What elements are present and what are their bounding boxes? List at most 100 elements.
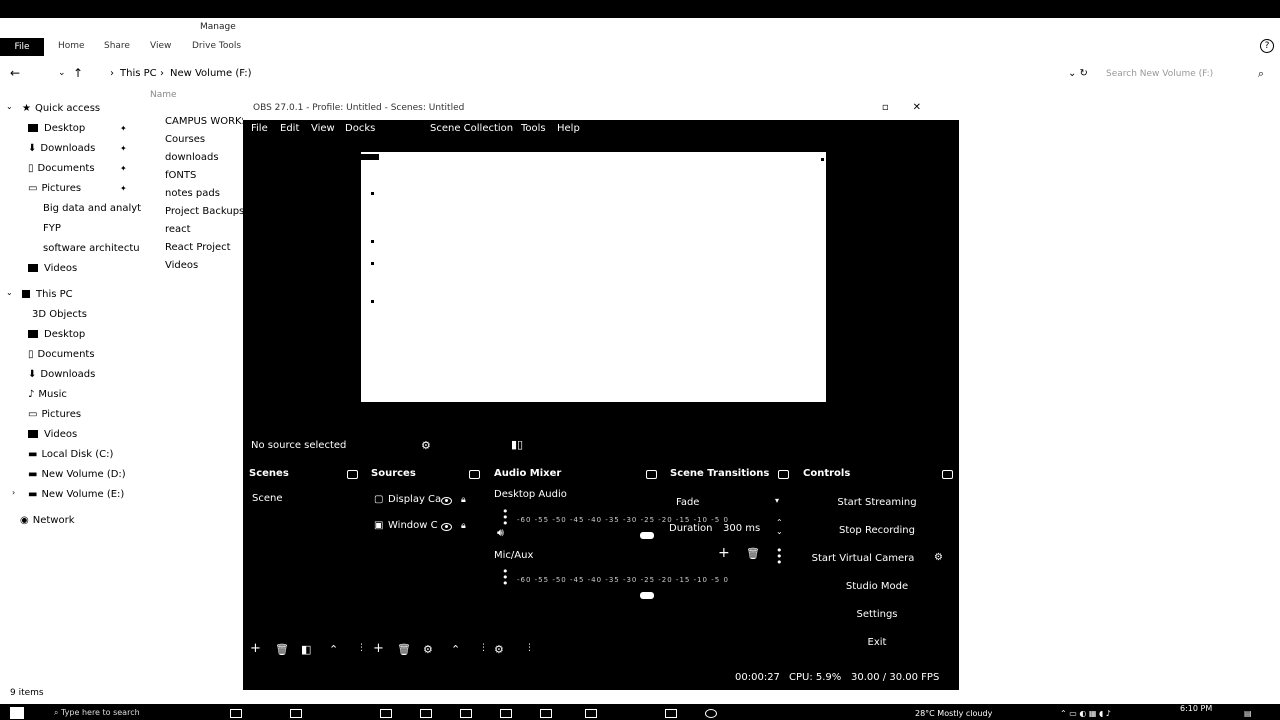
weather-widget[interactable]: 28°C Mostly cloudy [915,709,992,718]
taskbar-search[interactable]: ⌕ Type here to search [54,708,140,718]
scene-item[interactable]: Scene [252,493,283,504]
up-arrow-icon[interactable]: ↑ [73,66,83,80]
tree-item-drive-d[interactable]: ▬ New Volume (D:) [28,466,126,484]
notifications-icon[interactable]: ▤ [1244,709,1252,718]
tree-item-downloads[interactable]: ⬇ Downloads [28,140,95,158]
audio-menu-dots-icon[interactable]: • • • [502,506,509,529]
undock-icon[interactable] [646,470,657,479]
transition-select[interactable]: Fade [676,497,699,508]
chevron-down-icon[interactable]: ▾ [775,496,779,505]
tree-item-videos[interactable]: Videos [28,426,77,444]
duration-stepper-icon[interactable]: ⌃ ⌄ [776,518,783,536]
lock-icon[interactable]: 🔒︎ [461,495,466,505]
audio-menu-dots-icon[interactable]: ⋮ [525,643,534,653]
ribbon-home[interactable]: Home [58,41,85,51]
scene-menu-dots-icon[interactable]: ⋮ [357,643,366,653]
taskbar-app-icon[interactable] [230,709,242,718]
taskbar-app-icon[interactable] [290,709,302,718]
taskbar-app-icon[interactable] [585,709,597,718]
menu-help[interactable]: Help [557,123,580,134]
virtual-camera-gear-icon[interactable]: ⚙ [934,552,943,563]
chevron-down-icon[interactable]: ⌄ [6,288,13,297]
undock-icon[interactable] [469,470,480,479]
menu-view[interactable]: View [311,123,335,134]
studio-mode-button[interactable]: Studio Mode [807,581,947,592]
menu-tools[interactable]: Tools [521,123,546,134]
tree-item-folder[interactable]: software architectu [43,240,140,258]
window-controls[interactable]: ▫✕ [882,102,945,113]
start-virtual-camera-button[interactable]: Start Virtual Camera [793,553,933,564]
audio-settings-gear-icon[interactable]: ⚙ [494,643,504,656]
tree-item-pictures[interactable]: ▭ Pictures [28,406,81,424]
filters-icon[interactable]: ▮▯ [511,438,523,451]
tree-item-folder[interactable]: FYP [43,220,61,238]
add-scene-icon[interactable]: + [250,641,261,656]
remove-source-icon[interactable]: 🗑︎ [397,643,411,656]
taskbar-clock[interactable]: 6:10 PM [1180,704,1212,713]
source-gear-icon[interactable]: ⚙ [423,643,433,656]
ribbon-file[interactable]: File [0,38,44,56]
settings-button[interactable]: Settings [807,609,947,620]
refresh-icon[interactable]: ⌄ ↻ [1068,68,1088,79]
chevron-right-icon[interactable]: › [12,488,15,497]
duration-input[interactable]: 300 ms [723,523,760,534]
breadcrumb-volume[interactable]: New Volume (F:) [170,68,252,79]
menu-edit[interactable]: Edit [280,123,299,134]
exit-button[interactable]: Exit [807,637,947,648]
source-move-up-icon[interactable]: ⌃ [451,643,460,656]
manage-tab[interactable]: Manage [200,22,236,32]
menu-scene-collection[interactable]: Scene Collection [430,123,513,134]
file-item[interactable]: notes pads [165,188,220,199]
speaker-icon[interactable]: 🔊︎ [497,526,504,540]
undock-icon[interactable] [778,470,789,479]
add-source-icon[interactable]: + [373,641,384,656]
taskbar-app-icon[interactable] [665,709,677,718]
volume-slider[interactable] [640,592,654,599]
tree-item-downloads[interactable]: ⬇ Downloads [28,366,95,384]
ribbon-view[interactable]: View [150,41,171,51]
tree-item-pictures[interactable]: ▭ Pictures [28,180,81,198]
undock-icon[interactable] [942,470,953,479]
tree-item-videos[interactable]: Videos [28,260,77,278]
visibility-eye-icon[interactable] [441,497,452,505]
tree-item-folder[interactable]: Big data and analyt [43,200,141,218]
file-item[interactable]: Courses [165,134,205,145]
windows-start-icon[interactable] [10,707,24,719]
menu-file[interactable]: File [251,123,268,134]
tree-item-drive-c[interactable]: ▬ Local Disk (C:) [28,446,113,464]
tree-quick-access[interactable]: ★ Quick access [22,100,100,118]
tree-item-drive-e[interactable]: ▬ New Volume (E:) [28,486,124,504]
visibility-eye-icon[interactable] [441,523,452,531]
tree-network[interactable]: ◉ Network [20,512,75,530]
add-transition-icon[interactable]: + [718,545,730,561]
taskbar-app-icon[interactable] [540,709,552,718]
file-item[interactable]: Videos [165,260,198,271]
tree-item-desktop[interactable]: Desktop [28,120,85,138]
taskbar-app-icon[interactable] [500,709,512,718]
transition-menu-dots-icon[interactable]: • • • [776,545,783,568]
audio-menu-dots-icon[interactable]: • • • [502,566,509,589]
volume-slider[interactable] [640,532,654,539]
undock-icon[interactable] [347,470,358,479]
column-header-name[interactable]: Name [150,90,177,100]
preview-canvas[interactable] [361,152,826,402]
taskbar-app-icon[interactable] [460,709,472,718]
back-arrow-icon[interactable]: ← [10,66,20,80]
source-item[interactable]: Display Ca [388,494,441,505]
breadcrumb-this-pc[interactable]: This PC [120,68,157,79]
tree-item-documents[interactable]: ▯ Documents [28,160,95,178]
tree-this-pc[interactable]: This PC [22,286,73,304]
tree-item-3d-objects[interactable]: 3D Objects [32,306,87,324]
source-item[interactable]: Window C [388,520,438,531]
taskbar-app-icon[interactable] [380,709,392,718]
recent-chevron-icon[interactable]: ⌄ [58,68,66,78]
system-tray-icons[interactable]: ⌃ ▭ ◐ ▦ ◖ ♪︎ [1060,709,1111,718]
taskbar-app-icon[interactable] [420,709,432,718]
file-item[interactable]: React Project [165,242,231,253]
file-item[interactable]: Project Backups [165,206,244,217]
source-properties-gear-icon[interactable]: ⚙ [421,439,431,452]
search-input[interactable]: Search New Volume (F:) ⌕ [1100,66,1268,82]
tree-item-documents[interactable]: ▯ Documents [28,346,95,364]
tree-item-music[interactable]: ♪ Music [28,386,67,404]
chevron-down-icon[interactable]: ⌄ [6,102,13,111]
